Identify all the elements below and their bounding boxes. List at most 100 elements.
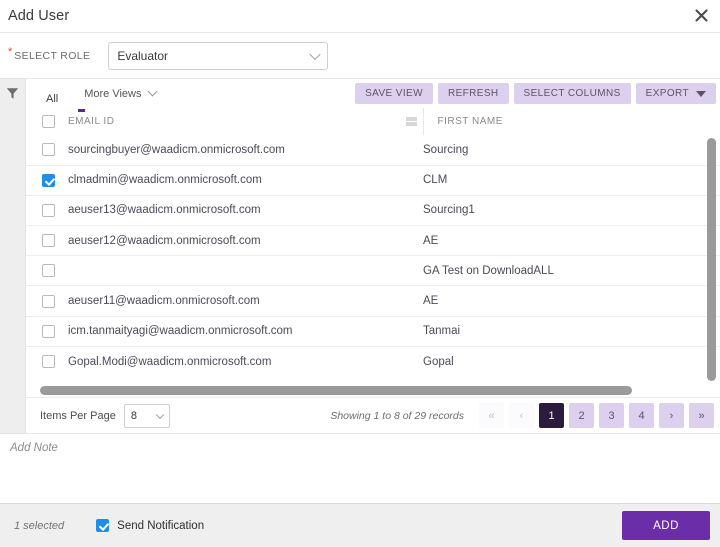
cell-email: aeuser13@waadicm.onmicrosoft.com	[68, 195, 423, 225]
showing-records-text: Showing 1 to 8 of 29 records	[330, 410, 464, 422]
caret-down-icon	[696, 91, 706, 97]
column-header-email-id-label: EMAIL ID	[68, 116, 114, 127]
row-checkbox[interactable]	[42, 143, 55, 156]
user-table-area: EMAIL ID FIRST NAME sourcingbuyer@waadic…	[26, 108, 720, 397]
table-header-row: EMAIL ID FIRST NAME	[26, 108, 720, 135]
row-select-cell	[26, 226, 68, 256]
filter-sidebar[interactable]	[0, 79, 26, 433]
dialog-titlebar: Add User	[0, 0, 720, 32]
table-row[interactable]: aeuser12@waadicm.onmicrosoft.com AE	[26, 226, 720, 256]
view-tab-all[interactable]: All	[40, 93, 64, 108]
table-head: EMAIL ID FIRST NAME	[26, 108, 720, 135]
select-columns-button[interactable]: SELECT COLUMNS	[514, 83, 631, 104]
add-note-placeholder[interactable]: Add Note	[10, 442, 710, 454]
page-title: Add User	[0, 8, 69, 24]
vertical-scrollbar-thumb[interactable]	[707, 138, 716, 381]
cell-first-name: Tanmai	[423, 316, 720, 346]
select-all-cell	[26, 108, 68, 135]
send-notification-label: Send Notification	[117, 520, 204, 532]
select-role-dropdown[interactable]: Evaluator	[108, 42, 328, 70]
cell-first-name: AE	[423, 226, 720, 256]
send-notification-toggle[interactable]: Send Notification	[96, 519, 204, 532]
close-glyph	[695, 9, 708, 22]
cell-email: Gopal.Modi@waadicm.onmicrosoft.com	[68, 346, 423, 376]
row-select-cell	[26, 195, 68, 225]
table-row[interactable]: sourcingbuyer@waadicm.onmicrosoft.com So…	[26, 135, 720, 165]
first-page-button[interactable]: «	[479, 403, 504, 428]
next-page-button[interactable]: ›	[659, 403, 684, 428]
row-select-cell	[26, 135, 68, 165]
select-role-value: Evaluator	[117, 49, 168, 63]
grid-action-buttons: SAVE VIEW REFRESH SELECT COLUMNS EXPORT	[355, 83, 716, 104]
vertical-scrollbar[interactable]	[707, 138, 716, 391]
page-button-3[interactable]: 3	[599, 403, 624, 428]
horizontal-scrollbar-thumb[interactable]	[40, 386, 632, 395]
cell-first-name: Sourcing	[423, 135, 720, 165]
save-view-button[interactable]: SAVE VIEW	[355, 83, 433, 104]
page-button-1[interactable]: 1	[539, 403, 564, 428]
more-views-label: More Views	[84, 88, 141, 100]
row-checkbox[interactable]	[42, 204, 55, 217]
cell-email	[68, 256, 423, 286]
hamburger-menu-icon[interactable]	[406, 117, 417, 126]
refresh-button[interactable]: REFRESH	[438, 83, 509, 104]
items-per-page-value: 8	[131, 410, 137, 422]
column-header-email-id[interactable]: EMAIL ID	[68, 108, 423, 135]
funnel-glyph	[6, 87, 19, 100]
items-per-page-dropdown[interactable]: 8	[124, 404, 170, 428]
filter-funnel-icon[interactable]	[6, 87, 19, 433]
items-per-page-label: Items Per Page	[40, 410, 116, 422]
page-button-4[interactable]: 4	[629, 403, 654, 428]
row-select-cell	[26, 256, 68, 286]
add-button[interactable]: ADD	[622, 511, 710, 540]
last-page-button[interactable]: »	[689, 403, 714, 428]
cell-email: aeuser12@waadicm.onmicrosoft.com	[68, 226, 423, 256]
selected-count: 1 selected	[14, 520, 64, 532]
row-select-cell	[26, 316, 68, 346]
cell-email: sourcingbuyer@waadicm.onmicrosoft.com	[68, 135, 423, 165]
table-row[interactable]: aeuser13@waadicm.onmicrosoft.com Sourcin…	[26, 195, 720, 225]
cell-first-name: Sourcing1	[423, 195, 720, 225]
row-checkbox[interactable]	[42, 325, 55, 338]
page-button-2[interactable]: 2	[569, 403, 594, 428]
cell-email: aeuser11@waadicm.onmicrosoft.com	[68, 286, 423, 316]
row-select-cell	[26, 165, 68, 195]
pagination-bar: Items Per Page 8 Showing 1 to 8 of 29 re…	[26, 397, 720, 433]
row-checkbox[interactable]	[42, 234, 55, 247]
table-row[interactable]: icm.tanmaityagi@waadicm.onmicrosoft.com …	[26, 316, 720, 346]
column-header-first-name[interactable]: FIRST NAME	[423, 108, 720, 135]
table-body: sourcingbuyer@waadicm.onmicrosoft.com So…	[26, 135, 720, 377]
table-row[interactable]: GA Test on DownloadALL	[26, 256, 720, 286]
prev-page-button[interactable]: ‹	[509, 403, 534, 428]
close-icon[interactable]	[688, 2, 714, 28]
add-note-area[interactable]: Add Note	[0, 433, 720, 503]
pager-controls: Showing 1 to 8 of 29 records « ‹ 1 2 3 4…	[330, 403, 714, 428]
cell-first-name: AE	[423, 286, 720, 316]
required-asterisk: *	[8, 47, 12, 58]
cell-email: icm.tanmaityagi@waadicm.onmicrosoft.com	[68, 316, 423, 346]
more-views-dropdown[interactable]: More Views	[84, 88, 155, 100]
chevron-down-icon	[156, 410, 164, 418]
row-checkbox[interactable]	[42, 264, 55, 277]
horizontal-scrollbar[interactable]	[40, 386, 698, 395]
grid-main: All More Views SAVE VIEW REFRESH SELECT …	[26, 79, 720, 433]
select-all-checkbox[interactable]	[42, 115, 55, 128]
row-checkbox[interactable]	[42, 174, 55, 187]
table-row[interactable]: clmadmin@waadicm.onmicrosoft.com CLM	[26, 165, 720, 195]
chevron-down-icon	[147, 87, 157, 97]
send-notification-checkbox[interactable]	[96, 519, 109, 532]
export-label: EXPORT	[646, 88, 689, 99]
cell-first-name: Gopal	[423, 346, 720, 376]
row-checkbox[interactable]	[42, 355, 55, 368]
row-select-cell	[26, 286, 68, 316]
export-button[interactable]: EXPORT	[636, 83, 716, 104]
user-grid-panel: All More Views SAVE VIEW REFRESH SELECT …	[0, 78, 720, 433]
add-user-dialog: Add User * SELECT ROLE Evaluator All	[0, 0, 720, 547]
cell-first-name: GA Test on DownloadALL	[423, 256, 720, 286]
table-row[interactable]: aeuser11@waadicm.onmicrosoft.com AE	[26, 286, 720, 316]
row-checkbox[interactable]	[42, 295, 55, 308]
table-row[interactable]: Gopal.Modi@waadicm.onmicrosoft.com Gopal	[26, 346, 720, 376]
grid-toolbar: All More Views SAVE VIEW REFRESH SELECT …	[26, 79, 720, 108]
select-role-row: * SELECT ROLE Evaluator	[0, 33, 720, 78]
select-role-label: SELECT ROLE	[14, 50, 90, 62]
